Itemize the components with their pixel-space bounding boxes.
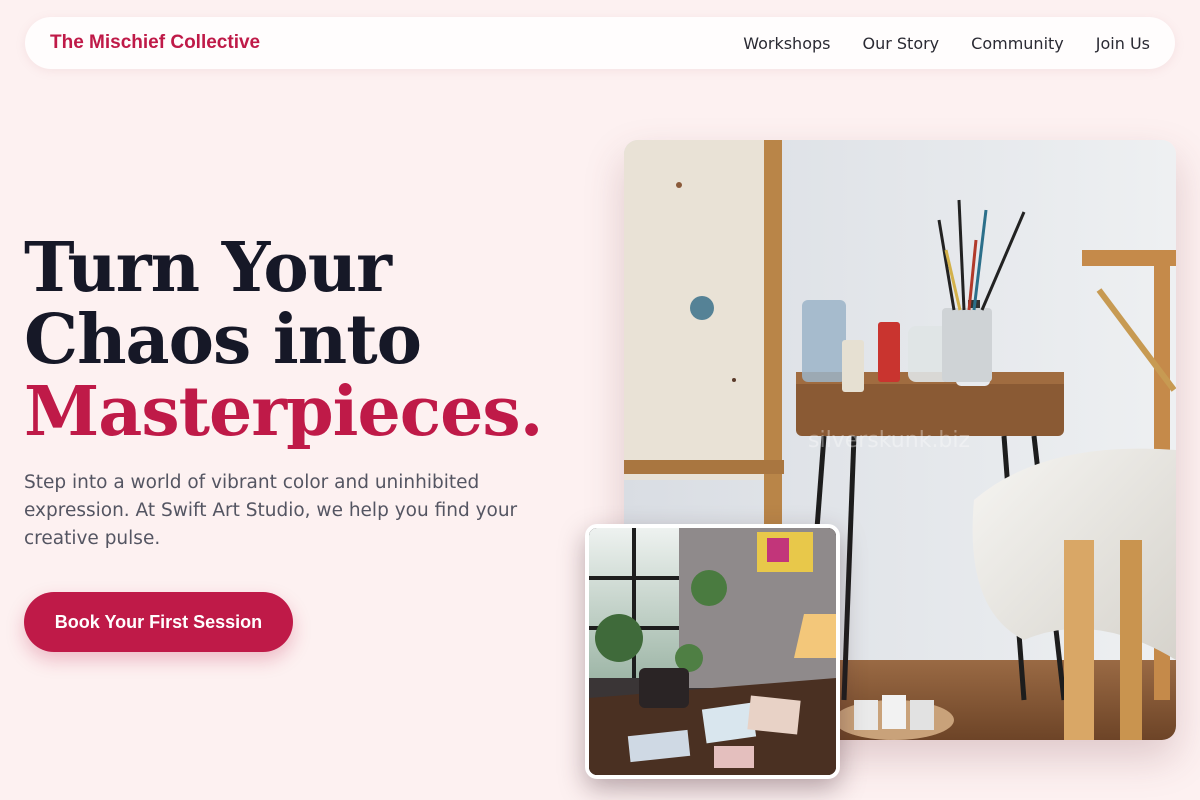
landing-page: The Mischief Collective Workshops Our St… [0,0,1200,800]
image-watermark: silverskunk.biz [808,428,971,453]
hero-title-line-2: Chaos into [24,300,422,380]
top-navbar: The Mischief Collective Workshops Our St… [25,17,1175,69]
studio-interior-illustration [589,528,836,775]
hero-title-line-1: Turn Your [24,228,392,308]
nav-link-community[interactable]: Community [971,34,1064,53]
hero-title-accent: Masterpieces. [24,372,543,452]
nav-links: Workshops Our Story Community Join Us [711,34,1150,53]
hero-title: Turn Your Chaos into Masterpieces. [24,232,584,448]
brand-logo[interactable]: The Mischief Collective [50,32,260,54]
nav-link-our-story[interactable]: Our Story [862,34,939,53]
book-session-button[interactable]: Book Your First Session [24,592,293,652]
studio-interior-photo [585,524,840,779]
hero-description: Step into a world of vibrant color and u… [24,472,518,549]
nav-link-join-us[interactable]: Join Us [1096,34,1150,53]
nav-link-workshops[interactable]: Workshops [743,34,830,53]
